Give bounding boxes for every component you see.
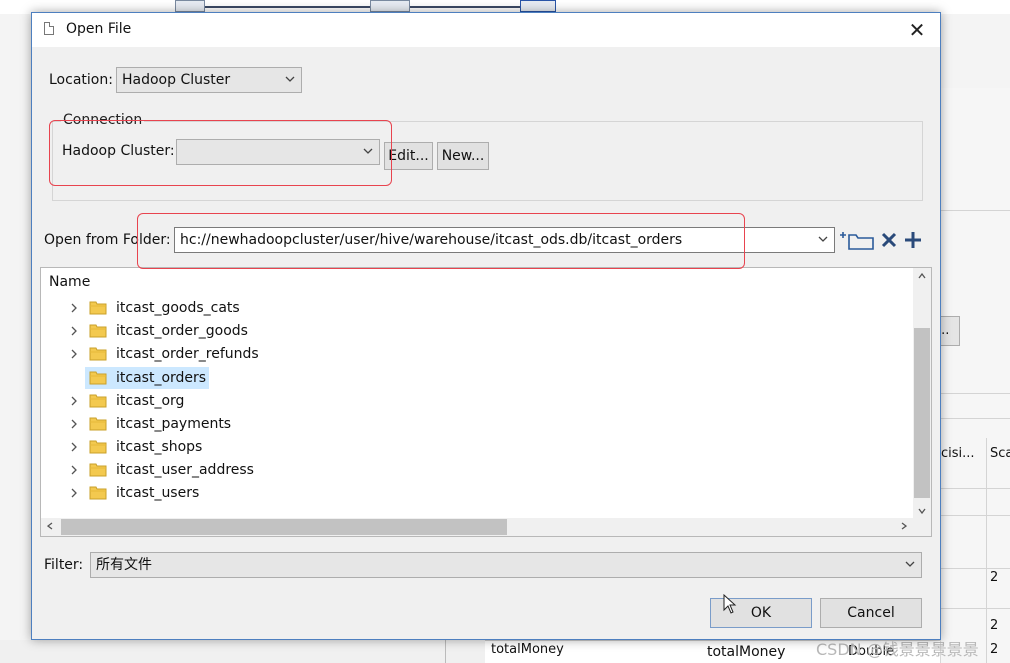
dialog-titlebar[interactable]: Open File ✕ (32, 13, 940, 47)
file-icon (44, 22, 54, 35)
column-header-precision: cisi... (941, 446, 975, 461)
delete-button[interactable] (878, 229, 900, 251)
folder-icon (89, 347, 107, 361)
connection-group-title: Connection (61, 112, 145, 128)
add-icon (905, 232, 921, 248)
table-cell-name[interactable]: totalMoney (491, 642, 564, 657)
mouse-cursor-icon (723, 594, 737, 614)
tree-item[interactable]: itcast_org (41, 390, 911, 412)
location-label: Location: (49, 72, 113, 88)
tree-item[interactable]: itcast_users (41, 482, 911, 504)
new-folder-icon (840, 232, 874, 250)
canvas-step-node[interactable] (520, 0, 556, 12)
folder-icon (89, 394, 107, 408)
cell-scale: 2 (990, 618, 999, 633)
new-folder-button[interactable] (840, 229, 874, 251)
chevron-right-icon[interactable] (71, 482, 81, 498)
column-header-name[interactable]: Name (49, 274, 90, 290)
chevron-right-icon[interactable] (71, 320, 81, 336)
scroll-right-icon[interactable] (901, 522, 908, 533)
chevron-right-icon[interactable] (71, 436, 81, 452)
filter-label: Filter: (44, 557, 84, 573)
open-from-folder-label: Open from Folder: (44, 232, 171, 248)
folder-icon (89, 463, 107, 477)
new-button[interactable]: New... (437, 142, 489, 170)
tree-item[interactable]: itcast_shops (41, 436, 911, 458)
chevron-down-icon (905, 553, 915, 567)
canvas-hop-line (410, 6, 520, 8)
background-step-panel (940, 88, 1010, 663)
cell-scale: 2 (990, 570, 999, 585)
column-header-scale: Sca (990, 446, 1010, 461)
horizontal-scrollbar[interactable] (41, 518, 913, 536)
tree-item[interactable]: itcast_user_address (41, 459, 911, 481)
hadoop-cluster-select[interactable] (176, 139, 380, 165)
scroll-down-icon[interactable] (918, 506, 926, 517)
folder-icon (89, 371, 107, 385)
vertical-scrollbar[interactable] (913, 268, 931, 520)
tree-item[interactable]: itcast_order_refunds (41, 343, 911, 365)
chevron-down-icon (818, 228, 828, 242)
dialog-title: Open File (66, 21, 132, 37)
chevron-right-icon[interactable] (71, 390, 81, 406)
chevron-right-icon[interactable] (71, 343, 81, 359)
delete-icon (881, 232, 897, 248)
folder-icon (89, 417, 107, 431)
open-file-dialog: Open File ✕ Location: Hadoop Cluster Con… (31, 12, 941, 640)
background-panel-bottom (0, 640, 485, 663)
location-select[interactable]: Hadoop Cluster (116, 67, 302, 93)
chevron-right-icon[interactable] (71, 459, 81, 475)
hadoop-cluster-label: Hadoop Cluster: (62, 143, 175, 159)
cancel-button[interactable]: Cancel (820, 598, 922, 628)
horizontal-scroll-thumb[interactable] (61, 519, 507, 535)
canvas-step-node[interactable] (370, 0, 410, 12)
add-button[interactable] (902, 229, 924, 251)
folder-icon (89, 301, 107, 315)
filter-select[interactable]: 所有文件 (90, 552, 922, 578)
folder-path-input[interactable]: hc://newhadoopcluster/user/hive/warehous… (174, 227, 835, 253)
table-cell-field[interactable]: totalMoney (707, 644, 785, 660)
tree-item[interactable]: itcast_payments (41, 413, 911, 435)
chevron-right-icon[interactable] (71, 297, 81, 313)
chevron-down-icon (363, 140, 373, 154)
canvas-hop-line (205, 6, 370, 8)
tree-item[interactable]: itcast_goods_cats (41, 297, 911, 319)
scroll-up-icon[interactable] (918, 271, 926, 282)
folder-icon (89, 486, 107, 500)
tree-item[interactable]: itcast_order_goods (41, 320, 911, 342)
vertical-scroll-thumb[interactable] (914, 328, 930, 498)
chevron-right-icon[interactable] (71, 413, 81, 429)
chevron-down-icon (285, 68, 295, 82)
file-tree[interactable]: Name itcast_goods_cats itcast_order_good… (40, 267, 932, 537)
cell-scale: 2 (990, 642, 999, 657)
close-button[interactable]: ✕ (894, 13, 940, 47)
close-icon: ✕ (908, 18, 926, 42)
scroll-left-icon[interactable] (46, 522, 53, 533)
canvas-step-node[interactable] (175, 0, 205, 12)
edit-button[interactable]: Edit... (384, 142, 433, 170)
folder-icon (89, 324, 107, 338)
folder-icon (89, 440, 107, 454)
tree-item-selected[interactable]: itcast_orders (41, 367, 911, 389)
